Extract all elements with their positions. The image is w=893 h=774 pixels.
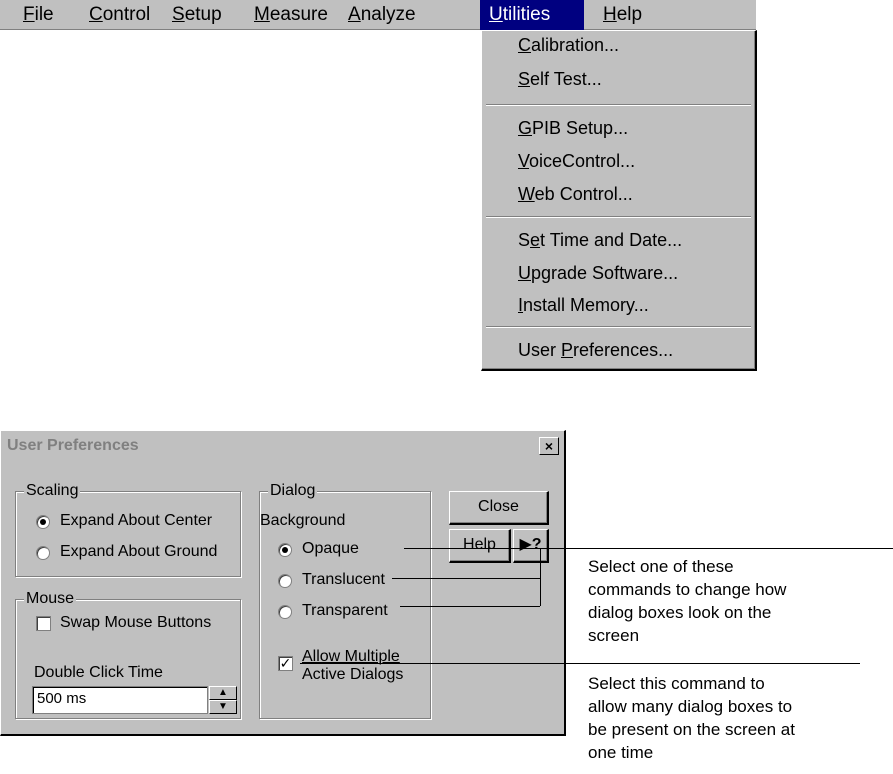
callout-line (540, 548, 541, 606)
spin-up-icon[interactable]: ▲ (209, 686, 237, 700)
menu-analyze[interactable]: Analyze (339, 0, 425, 30)
dialog-title: User Preferences (7, 437, 139, 454)
whats-this-button[interactable]: ▶? (513, 529, 549, 563)
menu-utilities[interactable]: Utilities (480, 0, 584, 30)
menu-item-user-preferences[interactable]: User Preferences... (518, 340, 673, 361)
menu-separator (486, 326, 751, 328)
radio-expand-center[interactable] (36, 515, 50, 529)
translucent-label: Translucent (302, 571, 385, 588)
menu-item-gpib-setup[interactable]: GPIB Setup... (518, 118, 628, 139)
menu-item-upgrade-software[interactable]: Upgrade Software... (518, 263, 678, 284)
callout-line (392, 578, 540, 579)
user-preferences-dialog: User Preferences × Scaling Expand About … (0, 430, 566, 736)
menu-item-web-control[interactable]: Web Control... (518, 184, 633, 205)
radio-transparent[interactable] (278, 605, 292, 619)
transparent-label: Transparent (302, 602, 388, 619)
menu-item-self-test[interactable]: Self Test... (518, 69, 602, 90)
close-icon[interactable]: × (539, 437, 559, 455)
callout-allow-multiple: Select this command to allow many dialog… (588, 674, 795, 762)
menu-bar: File Control Setup Measure Analyze Utili… (0, 0, 756, 30)
mouse-label: Mouse (24, 590, 77, 608)
callout-line (404, 548, 893, 549)
expand-ground-label: Expand About Ground (60, 543, 218, 560)
double-click-time-input[interactable]: 500 ms (32, 686, 208, 714)
dialog-titlebar: User Preferences × (3, 433, 563, 459)
callout-line (400, 606, 540, 607)
callout-line (300, 663, 860, 664)
menu-setup[interactable]: Setup (163, 0, 231, 30)
radio-expand-ground[interactable] (36, 546, 50, 560)
menu-separator (486, 216, 751, 218)
menu-item-set-time-date[interactable]: Set Time and Date... (518, 230, 682, 251)
menu-control[interactable]: Control (80, 0, 159, 30)
opaque-label: Opaque (302, 540, 359, 557)
help-button[interactable]: Help (449, 529, 511, 563)
close-button[interactable]: Close (449, 491, 549, 525)
double-click-label: Double Click Time (34, 664, 163, 681)
checkbox-swap-mouse[interactable] (36, 616, 51, 631)
dialog-group: Dialog Background Opaque Translucent Tra… (259, 482, 431, 719)
utilities-dropdown: Calibration... Self Test... GPIB Setup..… (481, 30, 757, 371)
allow-multiple-label: Allow Multiple Active Dialogs (302, 648, 404, 683)
mouse-group: Mouse Swap Mouse Buttons Double Click Ti… (15, 590, 241, 719)
callout-dialog-background: Select one of these commands to change h… (588, 557, 787, 645)
menu-help[interactable]: Help (594, 0, 651, 30)
dialog-group-label: Dialog (268, 482, 318, 500)
menu-separator (486, 104, 751, 106)
radio-translucent[interactable] (278, 574, 292, 588)
checkbox-allow-multiple[interactable]: ✓ (278, 656, 293, 671)
scaling-group: Scaling Expand About Center Expand About… (15, 482, 241, 577)
spin-down-icon[interactable]: ▼ (209, 700, 237, 714)
scaling-label: Scaling (24, 482, 81, 500)
menu-measure[interactable]: Measure (245, 0, 337, 30)
radio-opaque[interactable] (278, 543, 292, 557)
expand-center-label: Expand About Center (60, 512, 213, 529)
menu-file[interactable]: File (14, 0, 63, 30)
menu-item-voice-control[interactable]: VoiceControl... (518, 151, 635, 172)
background-label: Background (260, 512, 346, 529)
swap-mouse-label: Swap Mouse Buttons (60, 614, 212, 631)
menu-item-install-memory[interactable]: Install Memory... (518, 295, 649, 316)
arrow-question-icon: ▶ (519, 536, 532, 553)
menu-item-calibration[interactable]: Calibration... (518, 35, 619, 56)
